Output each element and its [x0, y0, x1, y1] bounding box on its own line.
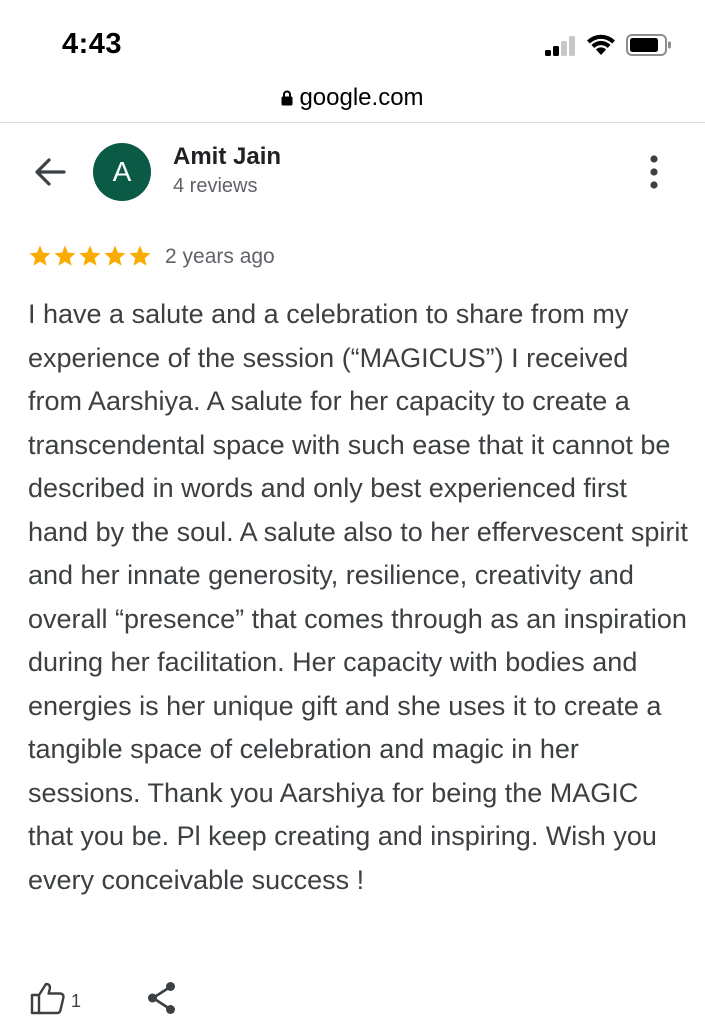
battery-icon — [626, 34, 671, 56]
reviewer-name[interactable]: Amit Jain — [173, 143, 281, 171]
reviewer-review-count: 4 reviews — [173, 175, 258, 197]
thumb-up-icon[interactable] — [30, 981, 66, 1015]
url-text: google.com — [299, 84, 424, 111]
signal-icon — [545, 36, 575, 56]
address-bar[interactable]: google.com — [0, 80, 705, 123]
more-vert-icon[interactable] — [638, 152, 670, 192]
star-rating — [28, 244, 152, 270]
share-icon[interactable] — [146, 981, 178, 1015]
wifi-icon — [587, 34, 615, 55]
lock-icon — [281, 90, 293, 106]
like-count: 1 — [71, 991, 82, 1011]
review-date: 2 years ago — [165, 245, 275, 268]
review-text: I have a salute and a celebration to sha… — [28, 299, 688, 895]
star-icon — [129, 245, 151, 266]
star-icon — [79, 245, 101, 266]
status-bar: 4:43 — [0, 0, 705, 80]
star-icon — [29, 245, 51, 266]
star-icon — [54, 245, 76, 266]
review-actions: 1 — [0, 975, 705, 1024]
star-icon — [104, 245, 126, 266]
avatar[interactable]: A — [93, 143, 151, 201]
back-arrow-icon[interactable] — [32, 154, 68, 190]
status-time: 4:43 — [62, 28, 123, 60]
